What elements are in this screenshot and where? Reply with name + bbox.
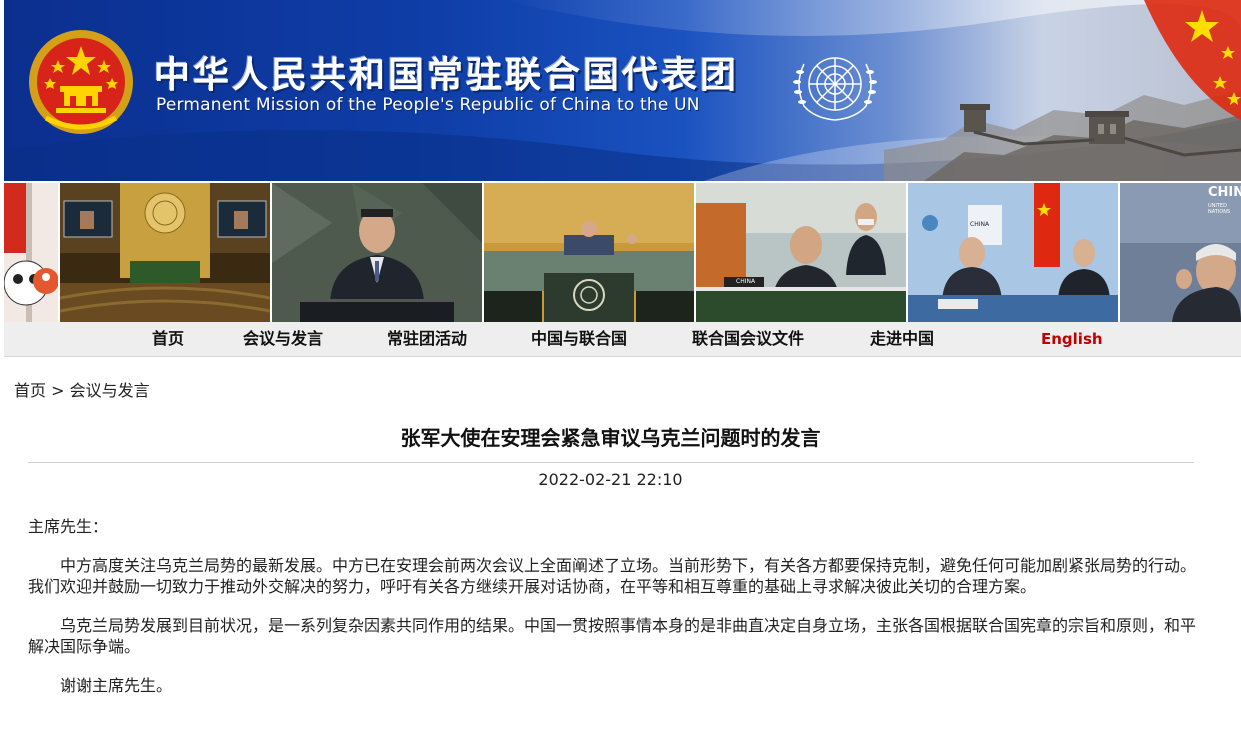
un-emblem-icon bbox=[793, 57, 877, 121]
photo-label-china-2: CHINA bbox=[970, 221, 990, 228]
photo-label-china-3: CHIN bbox=[1208, 185, 1241, 200]
photo-strip: CHINA CHINA CHIN UNITED NATIONS bbox=[4, 183, 1241, 322]
photo-speaker-portrait[interactable]: CHIN UNITED NATIONS bbox=[1120, 183, 1241, 322]
breadcrumb-section-link[interactable]: 会议与发言 bbox=[70, 381, 150, 400]
nav-item-home[interactable]: 首页 bbox=[152, 322, 184, 356]
article-title: 张军大使在安理会紧急审议乌克兰问题时的发言 bbox=[400, 426, 821, 450]
mission-title-en: Permanent Mission of the People's Republ… bbox=[156, 95, 700, 115]
nav-item-un-documents[interactable]: 联合国会议文件 bbox=[692, 322, 804, 356]
breadcrumb-home-link[interactable]: 首页 bbox=[14, 381, 46, 400]
photo-speaker-podium[interactable] bbox=[272, 183, 482, 322]
photo-label-un: UNITED NATIONS bbox=[1208, 203, 1231, 215]
header-banner: 中华人民共和国常驻联合国代表团 Permanent Mission of the… bbox=[4, 0, 1241, 181]
mission-title-cn: 中华人民共和国常驻联合国代表团 bbox=[154, 55, 740, 96]
main-navigation: 首页 会议与发言 常驻团活动 中国与联合国 联合国会议文件 走进中国 Engli… bbox=[4, 322, 1241, 357]
nav-item-china-and-un[interactable]: 中国与联合国 bbox=[531, 322, 627, 356]
photo-general-assembly[interactable] bbox=[60, 183, 270, 322]
title-divider bbox=[28, 462, 1194, 463]
article-date: 2022-02-21 22:10 bbox=[538, 470, 683, 489]
breadcrumb-separator: > bbox=[51, 381, 65, 400]
china-flag-icon bbox=[1144, 0, 1241, 120]
article-salutation: 主席先生： bbox=[28, 517, 109, 536]
nav-item-english[interactable]: English bbox=[1041, 322, 1103, 356]
article-paragraph-1: 中方高度关注乌克兰局势的最新发展。中方已在安理会前两次会议上全面阐述了立场。当前… bbox=[28, 556, 1197, 596]
photo-mascot[interactable] bbox=[4, 183, 58, 322]
nav-item-about-china[interactable]: 走进中国 bbox=[870, 322, 934, 356]
photo-video-conference[interactable]: CHINA bbox=[908, 183, 1118, 322]
article-paragraph-2: 乌克兰局势发展到目前状况，是一系列复杂因素共同作用的结果。中国一贯按照事情本身的… bbox=[28, 616, 1197, 656]
nav-item-mission-activities[interactable]: 常驻团活动 bbox=[387, 322, 467, 356]
photo-council-table[interactable]: CHINA bbox=[696, 183, 906, 322]
photo-un-podium[interactable] bbox=[484, 183, 694, 322]
nav-item-meetings-statements[interactable]: 会议与发言 bbox=[243, 322, 323, 356]
article-body: 主席先生： 中方高度关注乌克兰局势的最新发展。中方已在安理会前两次会议上全面阐述… bbox=[28, 516, 1196, 714]
photo-label-china-1: CHINA bbox=[736, 278, 756, 285]
breadcrumb: 首页 > 会议与发言 bbox=[14, 377, 150, 401]
page: 中华人民共和国常驻联合国代表团 Permanent Mission of the… bbox=[4, 0, 1241, 695]
article-paragraph-3: 谢谢主席先生。 bbox=[60, 676, 173, 695]
national-emblem-icon bbox=[29, 30, 133, 134]
